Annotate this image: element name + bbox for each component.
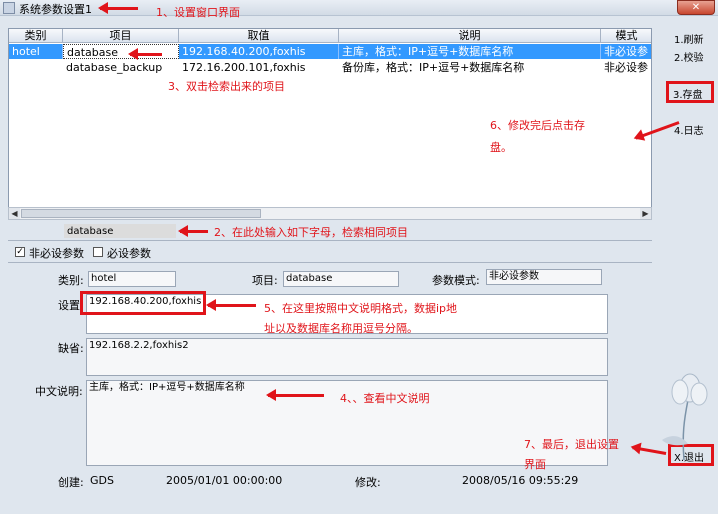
setting-highlight [80, 291, 206, 315]
column-header-mode[interactable]: 模式 [601, 29, 651, 43]
annotation-arrow [98, 2, 138, 14]
save-button[interactable]: 3.存盘 [673, 86, 703, 101]
default-field: 192.168.2.2,foxhis2 [86, 338, 608, 376]
column-header-category[interactable]: 类别 [9, 29, 63, 43]
scroll-right-icon[interactable]: ▶ [640, 208, 651, 219]
search-input[interactable] [64, 224, 176, 238]
annotation-7-line2: 界面 [524, 458, 546, 471]
mode-label: 参数模式: [432, 274, 480, 287]
default-label: 缺省: [58, 342, 84, 355]
divider [8, 262, 652, 263]
annotation-arrow [266, 389, 324, 401]
cell-mode: 非必设参 [601, 44, 651, 59]
window-title: 系统参数设置1 [19, 3, 92, 16]
scroll-thumb[interactable] [21, 209, 261, 218]
cell-item: database_backup [66, 61, 163, 74]
category-label: 类别: [58, 274, 84, 287]
table-row[interactable]: hotel database 192.168.40.200,foxhis 主库，… [9, 44, 651, 59]
cell-value: 172.16.200.101,foxhis [182, 61, 306, 74]
created-time: 2005/01/01 00:00:00 [166, 474, 283, 487]
mode-field: 非必设参数 [486, 269, 602, 285]
scroll-left-icon[interactable]: ◀ [9, 208, 20, 219]
created-by: GDS [90, 474, 114, 487]
close-icon: ✕ [691, 2, 701, 13]
annotation-2: 2、在此处输入如下字母，检索相同项目 [214, 226, 408, 239]
table-row[interactable]: database_backup 172.16.200.101,foxhis 备份… [9, 60, 651, 75]
window-icon [3, 2, 15, 14]
cell-desc: 主库，格式：IP+逗号+数据库名称 [339, 44, 601, 59]
category-field: hotel [88, 271, 176, 287]
description-label: 中文说明: [35, 385, 83, 398]
modified-time: 2008/05/16 09:55:29 [462, 474, 579, 487]
optional-params-label: 非必设参数 [29, 247, 84, 260]
annotation-7-line1: 7、最后，退出设置 [524, 438, 619, 451]
lotus-decoration-icon [662, 373, 708, 460]
column-header-value[interactable]: 取值 [179, 29, 339, 43]
annotation-4: 4、、查看中文说明 [340, 392, 430, 405]
cell-category [9, 60, 63, 75]
annotation-6-line1: 6、修改完后点击存 [490, 119, 585, 132]
annotation-arrow [206, 299, 256, 311]
annotation-arrow [128, 48, 162, 60]
refresh-button[interactable]: 1.刷新 [674, 31, 704, 46]
cell-mode: 非必设参 [604, 61, 648, 74]
annotation-6-line2: 盘。 [490, 141, 512, 154]
created-label: 创建: [58, 476, 84, 489]
required-params-checkbox[interactable] [93, 247, 103, 257]
annotation-1: 1、设置窗口界面 [156, 6, 240, 19]
annotation-5-line1: 5、在这里按照中文说明格式，数据ip地 [264, 302, 458, 315]
item-label: 项目: [252, 274, 278, 287]
column-header-desc[interactable]: 说明 [339, 29, 601, 43]
divider [8, 240, 652, 241]
cell-item: database [63, 44, 179, 59]
cell-desc: 备份库，格式：IP+逗号+数据库名称 [342, 61, 525, 74]
annotation-3: 3、双击检索出来的项目 [168, 80, 285, 93]
cell-value: 192.168.40.200,foxhis [179, 44, 339, 59]
verify-button[interactable]: 2.校验 [674, 49, 704, 64]
annotation-arrow [178, 225, 208, 237]
annotation-5-line2: 址以及数据库名称用逗号分隔。 [264, 322, 418, 335]
horizontal-scrollbar[interactable]: ◀ ▶ [8, 207, 652, 220]
required-params-label: 必设参数 [107, 247, 151, 260]
optional-params-checkbox[interactable]: ✓ [15, 247, 25, 257]
modified-label: 修改: [355, 476, 381, 489]
cell-category: hotel [9, 44, 63, 59]
item-field: database [283, 271, 399, 287]
close-button[interactable]: ✕ [677, 0, 715, 15]
column-header-item[interactable]: 项目 [63, 29, 179, 43]
